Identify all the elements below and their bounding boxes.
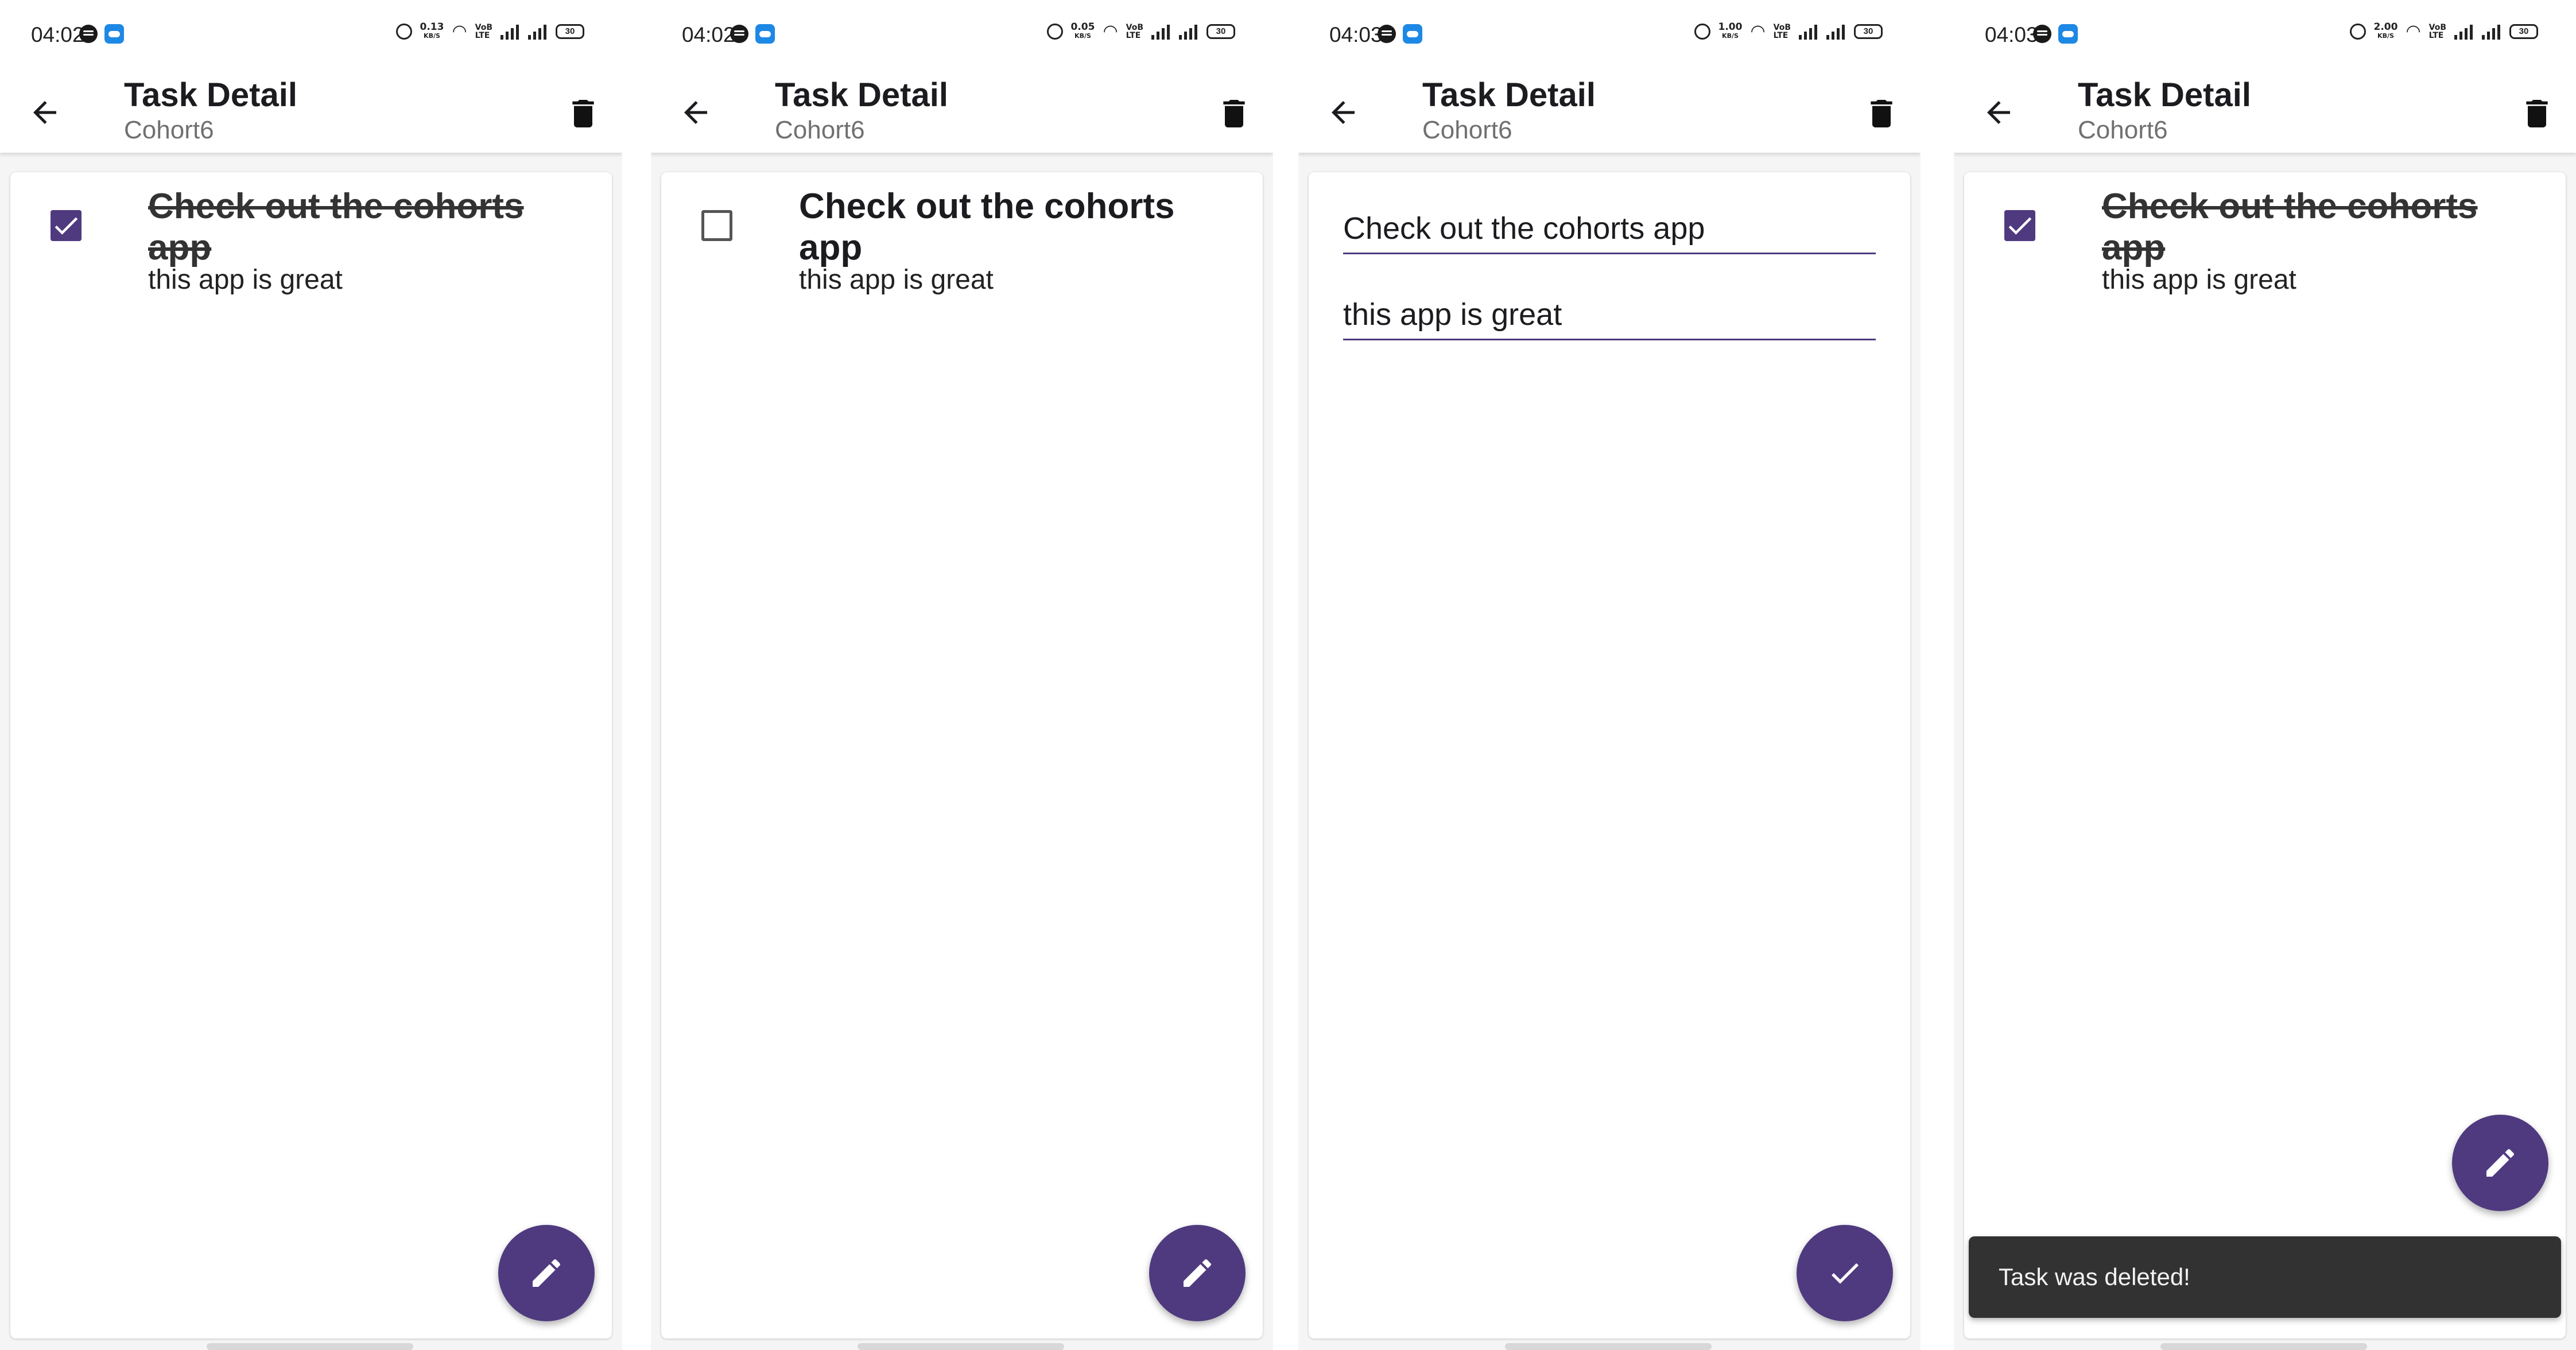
- spotify-icon: [1378, 25, 1396, 43]
- task-card: Check out the cohorts app this app is gr…: [661, 172, 1263, 1339]
- back-arrow-icon[interactable]: [1326, 95, 1360, 130]
- nav-gesture-bar[interactable]: [2160, 1343, 2367, 1350]
- task-description-input[interactable]: this app is great: [1343, 290, 1876, 340]
- edit-icon: [1184, 1259, 1212, 1287]
- status-time: 04:03: [1329, 23, 1383, 46]
- page-subtitle: Cohort6: [2078, 116, 2168, 144]
- page-title: Task Detail: [124, 76, 297, 114]
- page-title: Task Detail: [1422, 76, 1596, 114]
- screen-task-detail-uncompleted: 04:02 0.05 KB/S ◠ VoB LTE 30 Task Detail C…: [651, 0, 1273, 1350]
- delete-icon[interactable]: [565, 95, 602, 132]
- task-description: this app is great: [148, 265, 343, 295]
- network-speed: 2.00 KB/S: [2373, 21, 2398, 40]
- cloud-icon: [755, 24, 775, 44]
- page-subtitle: Cohort6: [124, 116, 214, 144]
- edit-fab-button[interactable]: [2452, 1115, 2548, 1211]
- back-arrow-icon[interactable]: [678, 95, 713, 130]
- status-bar: 04:03 1.00 KB/S ◠ VoB LTE 30: [1298, 0, 1921, 72]
- spotify-icon: [2033, 25, 2051, 43]
- cloud-icon: [1403, 24, 1422, 44]
- nav-gesture-bar[interactable]: [207, 1343, 413, 1350]
- delete-icon[interactable]: [1863, 95, 1900, 132]
- volte-indicator: VoB LTE: [475, 23, 492, 40]
- task-description: this app is great: [799, 265, 994, 295]
- edit-icon: [533, 1259, 561, 1287]
- edit-fab-button[interactable]: [1149, 1225, 1246, 1321]
- signal-icon: [501, 24, 520, 40]
- delete-icon[interactable]: [1216, 95, 1252, 132]
- alarm-icon: [1694, 24, 1710, 40]
- signal-icon: [1179, 24, 1198, 40]
- signal-icon: [1826, 24, 1846, 40]
- battery-icon: 30: [556, 24, 584, 39]
- volte-indicator: VoB LTE: [2428, 23, 2446, 40]
- task-title-input[interactable]: Check out the cohorts app: [1343, 204, 1876, 254]
- save-fab-button[interactable]: [1797, 1225, 1893, 1321]
- task-checkbox[interactable]: [2004, 210, 2035, 241]
- status-bar: 04:03 2.00 KB/S ◠ VoB LTE 30: [1954, 0, 2576, 72]
- back-arrow-icon[interactable]: [28, 95, 62, 130]
- task-edit-card: Check out the cohorts app this app is gr…: [1309, 172, 1910, 1339]
- network-speed: 0.13 KB/S: [420, 21, 444, 40]
- edit-icon: [2486, 1149, 2515, 1177]
- spotify-icon: [730, 25, 748, 43]
- signal-icon: [1151, 24, 1171, 40]
- page-subtitle: Cohort6: [775, 116, 865, 144]
- volte-indicator: VoB LTE: [1773, 23, 1791, 40]
- task-checkbox[interactable]: [701, 210, 732, 241]
- page-title: Task Detail: [775, 76, 948, 114]
- wifi-icon: ◠: [1750, 22, 1766, 41]
- volte-indicator: VoB LTE: [1126, 23, 1143, 40]
- edit-fab-button[interactable]: [498, 1225, 595, 1321]
- signal-icon: [2482, 24, 2501, 40]
- screen-task-deleted: 04:03 2.00 KB/S ◠ VoB LTE 30 Task Detail C…: [1954, 0, 2576, 1350]
- signal-icon: [2454, 24, 2474, 40]
- status-bar: 04:02 0.05 KB/S ◠ VoB LTE 30: [651, 0, 1273, 72]
- status-time: 04:03: [1985, 23, 2038, 46]
- task-title: Check out the cohorts app: [148, 187, 524, 267]
- status-bar: 04:02 0.13 KB/S ◠ VoB LTE 30: [0, 0, 622, 72]
- battery-icon: 30: [1206, 24, 1235, 39]
- alarm-icon: [1046, 24, 1063, 40]
- screen-task-detail-editing: 04:03 1.00 KB/S ◠ VoB LTE 30 Task Detail C…: [1298, 0, 1921, 1350]
- app-bar: Task Detail Cohort6: [1954, 72, 2576, 153]
- checkmark-icon: [2008, 217, 2032, 235]
- page-subtitle: Cohort6: [1422, 116, 1512, 144]
- signal-icon: [528, 24, 548, 40]
- wifi-icon: ◠: [2406, 22, 2421, 41]
- app-bar: Task Detail Cohort6: [1298, 72, 1921, 153]
- check-icon: [1832, 1263, 1859, 1284]
- back-arrow-icon[interactable]: [1981, 95, 2016, 130]
- page-title: Task Detail: [2078, 76, 2251, 114]
- battery-icon: 30: [1854, 24, 1883, 39]
- status-time: 04:02: [31, 23, 84, 46]
- task-description: this app is great: [2102, 265, 2296, 295]
- network-speed: 0.05 KB/S: [1070, 21, 1095, 40]
- app-bar: Task Detail Cohort6: [0, 72, 622, 153]
- task-card: Check out the cohorts app this app is gr…: [1964, 172, 2566, 1339]
- nav-gesture-bar[interactable]: [1505, 1343, 1712, 1350]
- delete-icon[interactable]: [2519, 95, 2555, 132]
- signal-icon: [1799, 24, 1818, 40]
- alarm-icon: [2349, 24, 2366, 40]
- status-time: 04:02: [682, 23, 735, 46]
- app-bar: Task Detail Cohort6: [651, 72, 1273, 153]
- snackbar: Task was deleted!: [1969, 1236, 2561, 1318]
- screen-task-detail-completed: 04:02 0.13 KB/S ◠ VoB LTE 30 Task Detail C…: [0, 0, 622, 1350]
- network-speed: 1.00 KB/S: [1718, 21, 1743, 40]
- task-checkbox[interactable]: [51, 210, 82, 241]
- nav-gesture-bar[interactable]: [858, 1343, 1064, 1350]
- cloud-icon: [2058, 24, 2078, 44]
- cloud-icon: [104, 24, 124, 44]
- task-title: Check out the cohorts app: [799, 187, 1175, 267]
- task-title: Check out the cohorts app: [2102, 187, 2478, 267]
- wifi-icon: ◠: [452, 22, 467, 41]
- wifi-icon: ◠: [1103, 22, 1118, 41]
- spotify-icon: [79, 25, 98, 43]
- checkmark-icon: [55, 217, 78, 235]
- task-card: Check out the cohorts app this app is gr…: [10, 172, 612, 1339]
- battery-icon: 30: [2509, 24, 2538, 39]
- alarm-icon: [395, 24, 412, 40]
